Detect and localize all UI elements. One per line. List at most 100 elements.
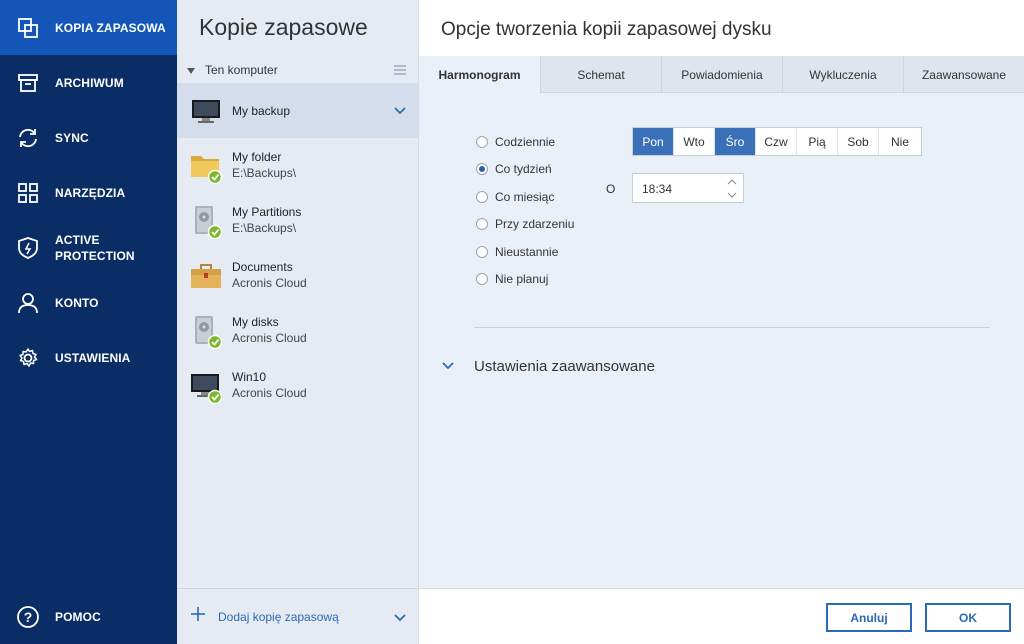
radio-on-event[interactable]: Przy zdarzeniu (476, 215, 574, 233)
tab-scheme[interactable]: Schemat (540, 56, 661, 93)
day-wed[interactable]: Śro (715, 128, 756, 155)
radio-label: Co tydzień (495, 162, 552, 176)
nav-item-backup[interactable]: KOPIA ZAPASOWA (0, 0, 177, 55)
nav-label: NARZĘDZIA (55, 185, 126, 200)
chevron-down-icon[interactable] (442, 359, 454, 373)
sync-icon (16, 126, 40, 150)
hard-disk-icon (190, 315, 223, 350)
copy-icon (16, 16, 40, 40)
nav-item-settings[interactable]: USTAWIENIA (0, 330, 177, 385)
archive-icon (16, 71, 40, 95)
day-mon[interactable]: Pon (633, 128, 674, 155)
tab-exclusions[interactable]: Wykluczenia (782, 56, 903, 93)
nav-item-archive[interactable]: ARCHIWUM (0, 55, 177, 110)
backup-item-documents[interactable]: Documents Acronis Cloud (177, 248, 418, 303)
radio-label: Nieustannie (495, 245, 559, 259)
backup-location: Acronis Cloud (232, 276, 307, 290)
radio-no-schedule[interactable]: Nie planuj (476, 270, 548, 288)
backup-name: Win10 (232, 370, 267, 384)
nav-label: KOPIA ZAPASOWA (55, 20, 166, 35)
day-sat[interactable]: Sob (838, 128, 879, 155)
backup-item-my-backup[interactable]: My backup (177, 83, 418, 138)
monitor-icon (190, 370, 223, 405)
time-at-label: O (606, 182, 616, 196)
plus-icon (191, 607, 205, 624)
backup-location: E:\Backups\ (232, 221, 297, 235)
gear-icon (16, 346, 40, 370)
divider (474, 327, 990, 328)
backup-name: My disks (232, 315, 279, 329)
ok-button[interactable]: OK (925, 603, 1011, 632)
backup-location: E:\Backups\ (232, 166, 297, 180)
radio-label: Codziennie (495, 135, 556, 149)
backup-item-my-disks[interactable]: My disks Acronis Cloud (177, 303, 418, 358)
group-label: Ten komputer (205, 63, 278, 77)
add-backup-bar[interactable]: Dodaj kopię zapasową (177, 588, 418, 644)
nav-item-help[interactable]: ? POMOC (0, 589, 177, 644)
nav-item-tools[interactable]: NARZĘDZIA (0, 165, 177, 220)
radio-weekly[interactable]: Co tydzień (476, 160, 552, 178)
monitor-icon (190, 95, 222, 127)
day-sun[interactable]: Nie (879, 128, 921, 155)
day-fri[interactable]: Pią (797, 128, 838, 155)
weekday-selector: Pon Wto Śro Czw Pią Sob Nie (632, 127, 922, 156)
backup-name: My Partitions (232, 205, 302, 219)
svg-text:?: ? (24, 609, 33, 625)
radio-button[interactable] (476, 136, 488, 148)
backup-list-panel: Kopie zapasowe Ten komputer My backup My… (177, 0, 419, 644)
nav-item-active-protection[interactable]: ACTIVE PROTECTION (0, 220, 177, 275)
caret-down-icon (186, 65, 196, 79)
backup-name: My folder (232, 150, 282, 164)
radio-button[interactable] (476, 246, 488, 258)
user-icon (16, 291, 40, 315)
spin-up-icon[interactable] (721, 175, 743, 189)
folder-icon (190, 150, 223, 185)
hamburger-menu-icon[interactable] (394, 64, 406, 78)
time-input[interactable]: 18:34 (632, 173, 744, 203)
radio-button[interactable] (476, 273, 488, 285)
tools-grid-icon (16, 181, 40, 205)
radio-button[interactable] (476, 163, 488, 175)
radio-button[interactable] (476, 191, 488, 203)
tab-advanced[interactable]: Zaawansowane (903, 56, 1024, 93)
radio-daily[interactable]: Codziennie (476, 133, 555, 151)
cancel-button[interactable]: Anuluj (826, 603, 912, 632)
main-navigation: KOPIA ZAPASOWA ARCHIWUM SYNC NARZĘDZIA A… (0, 0, 177, 644)
radio-monthly[interactable]: Co miesiąc (476, 188, 554, 206)
radio-label: Nie planuj (495, 272, 549, 286)
chevron-down-icon[interactable] (394, 611, 406, 625)
backup-name: My backup (232, 104, 291, 118)
nav-label: ACTIVE PROTECTION (55, 232, 135, 263)
day-tue[interactable]: Wto (674, 128, 715, 155)
nav-item-account[interactable]: KONTO (0, 275, 177, 330)
advanced-settings-toggle[interactable]: Ustawienia zaawansowane (474, 358, 655, 375)
radio-button[interactable] (476, 218, 488, 230)
help-icon: ? (16, 605, 40, 629)
page-title: Opcje tworzenia kopii zapasowej dysku (441, 19, 772, 40)
nav-label: POMOC (55, 609, 101, 624)
tab-schedule[interactable]: Harmonogram (419, 56, 540, 94)
tab-notifications[interactable]: Powiadomienia (661, 56, 782, 93)
backup-item-my-folder[interactable]: My folder E:\Backups\ (177, 138, 418, 193)
backup-location: Acronis Cloud (232, 386, 307, 400)
chevron-down-icon[interactable] (394, 104, 406, 118)
briefcase-icon (190, 260, 222, 292)
day-thu[interactable]: Czw (756, 128, 797, 155)
nav-label: KONTO (55, 295, 99, 310)
radio-label: Przy zdarzeniu (495, 217, 575, 231)
radio-continuous[interactable]: Nieustannie (476, 243, 558, 261)
time-value: 18:34 (642, 182, 673, 196)
radio-label: Co miesiąc (495, 190, 555, 204)
spin-down-icon[interactable] (721, 188, 743, 202)
backup-item-my-partitions[interactable]: My Partitions E:\Backups\ (177, 193, 418, 248)
group-header[interactable]: Ten komputer (177, 58, 418, 82)
shield-icon (16, 236, 40, 260)
backup-item-win10[interactable]: Win10 Acronis Cloud (177, 358, 418, 413)
backup-name: Documents (232, 260, 293, 274)
nav-label: USTAWIENIA (55, 350, 131, 365)
nav-label: ARCHIWUM (55, 75, 124, 90)
dialog-footer: Anuluj OK (419, 588, 1024, 644)
add-backup-label[interactable]: Dodaj kopię zapasową (218, 610, 339, 624)
nav-item-sync[interactable]: SYNC (0, 110, 177, 165)
backup-location: Acronis Cloud (232, 331, 307, 345)
